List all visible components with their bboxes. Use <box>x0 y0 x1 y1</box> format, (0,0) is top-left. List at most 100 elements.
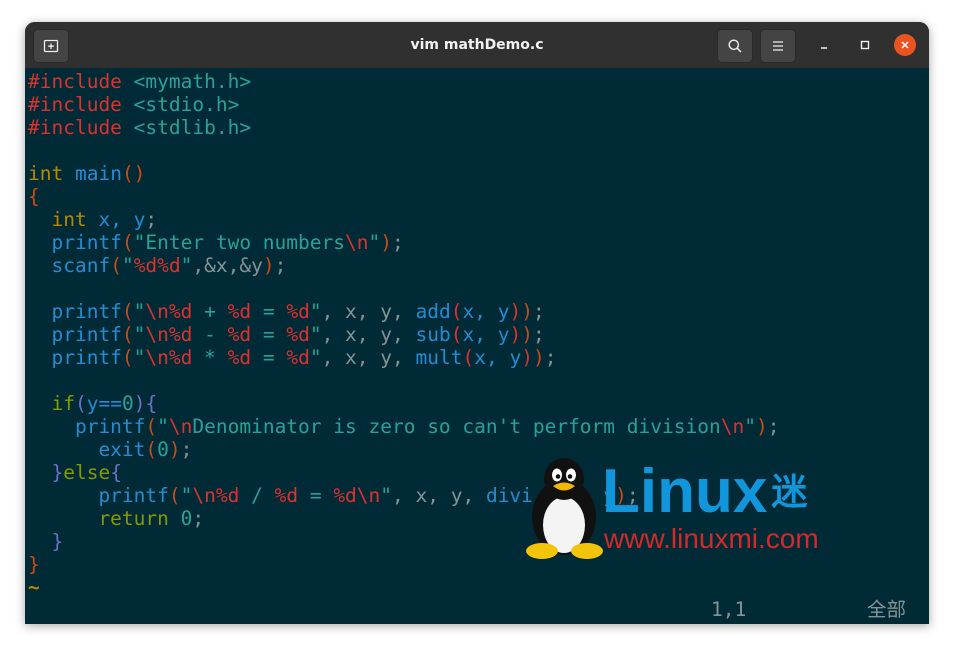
code-token: <mymath.h> <box>121 70 252 93</box>
code-token: x, y <box>86 208 146 231</box>
code-token: %d <box>227 323 252 346</box>
code-line[interactable]: scanf("%d%d",&x,&y); <box>28 254 286 277</box>
code-line[interactable]: #include <stdio.h> <box>28 93 239 116</box>
code-token: %d%d <box>133 254 181 277</box>
code-token: ) <box>755 415 768 438</box>
code-line[interactable]: printf("Enter two numbers\n"); <box>28 231 404 254</box>
code-token: ){ <box>133 392 158 415</box>
code-token: ; <box>274 254 287 277</box>
watermark: Linux 迷 www.linuxmi.com <box>520 455 870 565</box>
code-line[interactable]: printf("\n%d + %d = %d", x, y, add(x, y)… <box>28 300 545 323</box>
code-line[interactable]: printf("\n%d - %d = %d", x, y, sub(x, y)… <box>28 323 545 346</box>
code-line[interactable]: { <box>28 185 40 208</box>
code-token: ( <box>145 438 158 461</box>
code-token: %d <box>286 300 310 323</box>
code-line[interactable]: exit(0); <box>28 438 192 461</box>
code-token: printf <box>28 415 146 438</box>
code-token: ( <box>450 300 463 323</box>
code-token: * <box>192 346 228 369</box>
code-token: ) <box>262 254 275 277</box>
code-token: ; <box>192 507 205 530</box>
code-token: ) <box>521 323 533 346</box>
code-token: exit <box>28 438 146 461</box>
watermark-url: www.linuxmi.com <box>604 523 819 554</box>
code-token: ; <box>180 438 193 461</box>
code-line[interactable]: int main() <box>28 162 145 185</box>
code-token: return <box>28 507 169 530</box>
code-token: x, y <box>462 300 510 323</box>
code-token: ; <box>145 208 158 231</box>
code-token: ) <box>521 300 533 323</box>
code-token: ( <box>74 392 87 415</box>
code-token: , x, y, <box>321 300 416 323</box>
code-token: printf <box>28 346 122 369</box>
code-token: ) <box>168 438 181 461</box>
maximize-button[interactable] <box>854 34 876 56</box>
code-token: \n%d <box>145 346 193 369</box>
search-button[interactable] <box>717 29 753 63</box>
code-token: ) <box>380 231 392 254</box>
code-line[interactable]: return 0; <box>28 507 204 530</box>
code-token: printf <box>28 484 169 507</box>
code-token: ) <box>509 300 522 323</box>
code-line[interactable]: printf("\n%d * %d = %d", x, y, mult(x, y… <box>28 346 556 369</box>
code-token: 0 <box>121 392 134 415</box>
code-token: printf <box>28 231 122 254</box>
code-token: / <box>239 484 275 507</box>
code-line[interactable]: }else{ <box>28 461 122 484</box>
code-token: " <box>180 484 193 507</box>
code-line[interactable]: } <box>28 553 40 576</box>
maximize-icon <box>860 40 870 50</box>
code-token: sub <box>415 323 451 346</box>
code-token: = <box>251 323 287 346</box>
code-token: ; <box>532 323 545 346</box>
code-line[interactable]: if(y==0){ <box>28 392 157 415</box>
tux-penguin-icon <box>526 458 603 559</box>
code-token: ( <box>450 323 463 346</box>
code-token: main <box>63 162 122 185</box>
code-token: ( <box>121 300 134 323</box>
code-token: ; <box>532 300 545 323</box>
code-token: , x, y, <box>321 323 416 346</box>
code-token: ; <box>544 346 557 369</box>
code-token: printf <box>28 323 122 346</box>
code-token: { <box>110 461 122 484</box>
code-token: "Enter two numbers <box>133 231 345 254</box>
code-token: , x, y, <box>392 484 486 507</box>
code-token: + <box>192 300 228 323</box>
code-token: } <box>28 461 64 484</box>
code-token: ; <box>391 231 404 254</box>
code-token: if <box>28 392 75 415</box>
close-icon <box>901 41 909 49</box>
code-token: " <box>309 323 322 346</box>
code-token: ( <box>462 346 475 369</box>
close-button[interactable] <box>894 34 916 56</box>
code-line[interactable]: #include <stdlib.h> <box>28 116 251 139</box>
code-line[interactable]: #include <mymath.h> <box>28 70 251 93</box>
code-token: \n%d <box>145 323 193 346</box>
code-token: " <box>380 484 393 507</box>
code-token: %d <box>274 484 299 507</box>
search-icon <box>728 39 742 53</box>
code-token: ( <box>110 254 122 277</box>
code-token: %d\n <box>333 484 381 507</box>
code-token: \n <box>345 231 369 254</box>
code-token: \n%d <box>192 484 240 507</box>
code-token: ) <box>532 346 545 369</box>
code-token: " <box>157 415 169 438</box>
code-token: %d <box>286 346 310 369</box>
minimize-button[interactable] <box>813 34 835 56</box>
code-line[interactable]: printf("\nDenominator is zero so can't p… <box>28 415 779 438</box>
menu-button[interactable] <box>760 29 796 63</box>
code-line[interactable]: int x, y; <box>28 208 157 231</box>
code-token: } <box>28 553 40 576</box>
code-token: ) <box>509 323 522 346</box>
code-token: = <box>251 346 287 369</box>
code-token: scanf <box>28 254 111 277</box>
code-token: ( <box>121 231 134 254</box>
hamburger-menu-icon <box>773 41 783 51</box>
code-token: \n <box>168 415 193 438</box>
code-token: Denominator is zero so can't perform div… <box>192 415 721 438</box>
code-line[interactable]: } <box>28 530 63 553</box>
